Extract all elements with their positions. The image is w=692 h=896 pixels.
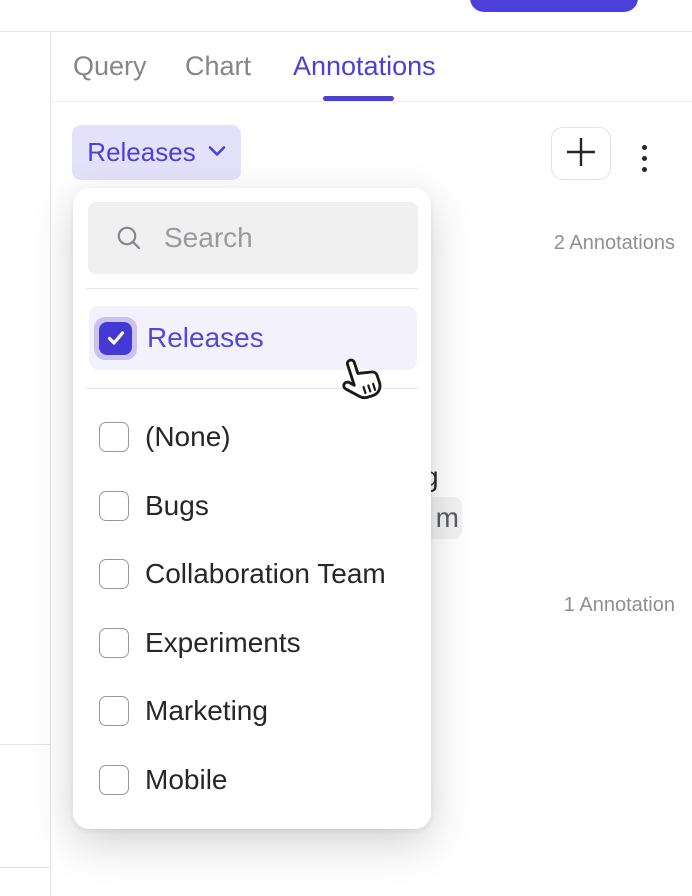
checkbox-unchecked-icon[interactable] <box>99 559 129 589</box>
releases-filter-dropdown: Releases (None) Bugs Collaboration Team … <box>73 188 431 829</box>
checkbox-checked-icon[interactable] <box>99 322 132 355</box>
plus-icon <box>565 136 597 171</box>
checkbox-unchecked-icon[interactable] <box>99 628 129 658</box>
option-row-collaboration-team[interactable]: Collaboration Team <box>73 540 431 609</box>
sidebar-row-divider <box>0 867 50 868</box>
header-divider <box>0 31 692 32</box>
option-row-mobile[interactable]: Mobile <box>73 746 431 815</box>
tab-query[interactable]: Query <box>73 51 147 82</box>
annotations-screen: Query Chart Annotations Releases 2 Annot… <box>0 0 692 896</box>
search-icon <box>116 225 142 251</box>
active-tab-indicator <box>323 96 394 101</box>
tabbar-divider <box>51 101 692 102</box>
option-row-releases[interactable]: Releases <box>89 306 417 370</box>
option-row-marketing[interactable]: Marketing <box>73 677 431 746</box>
annotation-count-2: 1 Annotation <box>564 594 675 617</box>
checkbox-unchecked-icon[interactable] <box>99 765 129 795</box>
option-row-experiments[interactable]: Experiments <box>73 609 431 678</box>
kebab-dot <box>642 145 647 150</box>
releases-filter-button[interactable]: Releases <box>72 125 241 180</box>
option-label: Bugs <box>145 490 209 522</box>
kebab-dot <box>642 156 647 161</box>
checkbox-focus-ring <box>94 317 137 360</box>
kebab-dot <box>642 167 647 172</box>
option-label: (None) <box>145 421 231 453</box>
checkbox-unchecked-icon[interactable] <box>99 491 129 521</box>
sidebar-row-divider <box>0 744 50 745</box>
chevron-down-icon <box>208 145 226 160</box>
option-row-none[interactable]: (None) <box>73 403 431 472</box>
releases-filter-label: Releases <box>87 137 195 168</box>
dropdown-divider <box>86 288 418 289</box>
option-label: Experiments <box>145 627 301 659</box>
search-box[interactable] <box>88 202 418 274</box>
tab-chart[interactable]: Chart <box>185 51 251 82</box>
annotation-count-1: 2 Annotations <box>554 232 675 255</box>
add-annotation-button[interactable] <box>551 127 611 180</box>
options-list: (None) Bugs Collaboration Team Experimen… <box>73 403 431 814</box>
primary-action-button[interactable] <box>470 0 638 12</box>
option-row-bugs[interactable]: Bugs <box>73 472 431 541</box>
tab-annotations[interactable]: Annotations <box>293 51 436 82</box>
more-options-button[interactable] <box>633 138 656 178</box>
checkbox-unchecked-icon[interactable] <box>99 696 129 726</box>
search-input[interactable] <box>164 222 394 254</box>
sidebar-divider <box>50 31 51 896</box>
checkbox-unchecked-icon[interactable] <box>99 422 129 452</box>
option-label: Mobile <box>145 764 227 796</box>
option-label: Releases <box>147 322 264 354</box>
option-label: Collaboration Team <box>145 558 386 590</box>
dropdown-divider <box>86 388 418 389</box>
option-label: Marketing <box>145 695 268 727</box>
